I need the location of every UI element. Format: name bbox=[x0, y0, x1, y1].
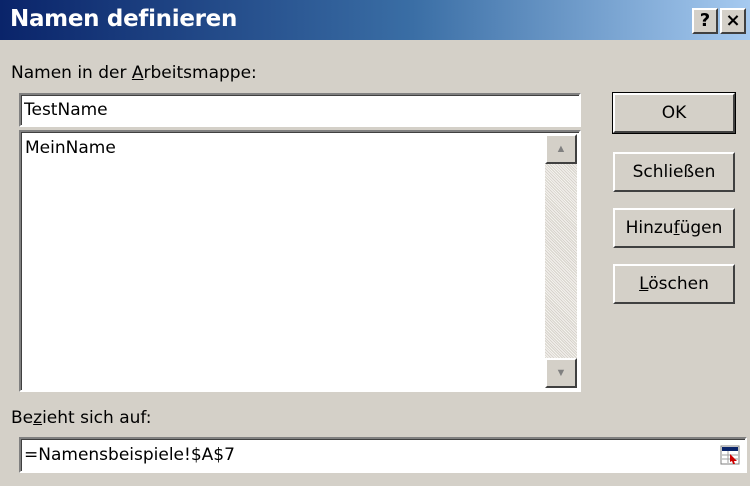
refers-label-accel: z bbox=[33, 408, 43, 428]
delete-label-suffix: öschen bbox=[648, 274, 709, 294]
list-item[interactable]: MeinName bbox=[25, 138, 116, 158]
names-label-suffix: rbeitsmappe: bbox=[143, 63, 257, 83]
range-picker-icon[interactable] bbox=[717, 441, 743, 469]
delete-label-accel: L bbox=[639, 274, 649, 294]
refers-to-label: Bezieht sich auf: bbox=[11, 408, 152, 428]
close-button[interactable]: Schließen bbox=[613, 152, 735, 192]
window-title: Namen definieren bbox=[10, 6, 238, 32]
names-in-workbook-label: Namen in der Arbeitsmappe: bbox=[11, 63, 257, 83]
title-bar[interactable]: Namen definieren ? × bbox=[0, 0, 750, 40]
refers-label-suffix: ieht sich auf: bbox=[42, 408, 152, 428]
close-window-button[interactable]: × bbox=[720, 8, 746, 34]
refers-to-input[interactable] bbox=[21, 439, 711, 471]
name-field[interactable] bbox=[19, 93, 581, 127]
delete-button[interactable]: Löschen bbox=[613, 264, 735, 304]
scroll-down-arrow-icon[interactable]: ▼ bbox=[545, 358, 577, 388]
help-button[interactable]: ? bbox=[692, 8, 718, 34]
vertical-scrollbar[interactable]: ▲ ▼ bbox=[545, 134, 577, 388]
add-button[interactable]: Hinzufügen bbox=[613, 208, 735, 248]
add-label-prefix: Hinzu bbox=[625, 218, 674, 238]
scroll-up-arrow-icon[interactable]: ▲ bbox=[545, 134, 577, 164]
names-label-accel: A bbox=[131, 63, 144, 83]
add-label-suffix: ügen bbox=[679, 218, 723, 238]
names-label-prefix: Namen in der bbox=[11, 63, 132, 83]
names-list[interactable]: MeinName ▲ ▼ bbox=[19, 130, 581, 392]
name-input[interactable] bbox=[21, 95, 579, 125]
refers-label-prefix: Be bbox=[11, 408, 34, 428]
ok-button[interactable]: OK bbox=[612, 92, 736, 134]
refers-to-field[interactable] bbox=[19, 437, 747, 473]
